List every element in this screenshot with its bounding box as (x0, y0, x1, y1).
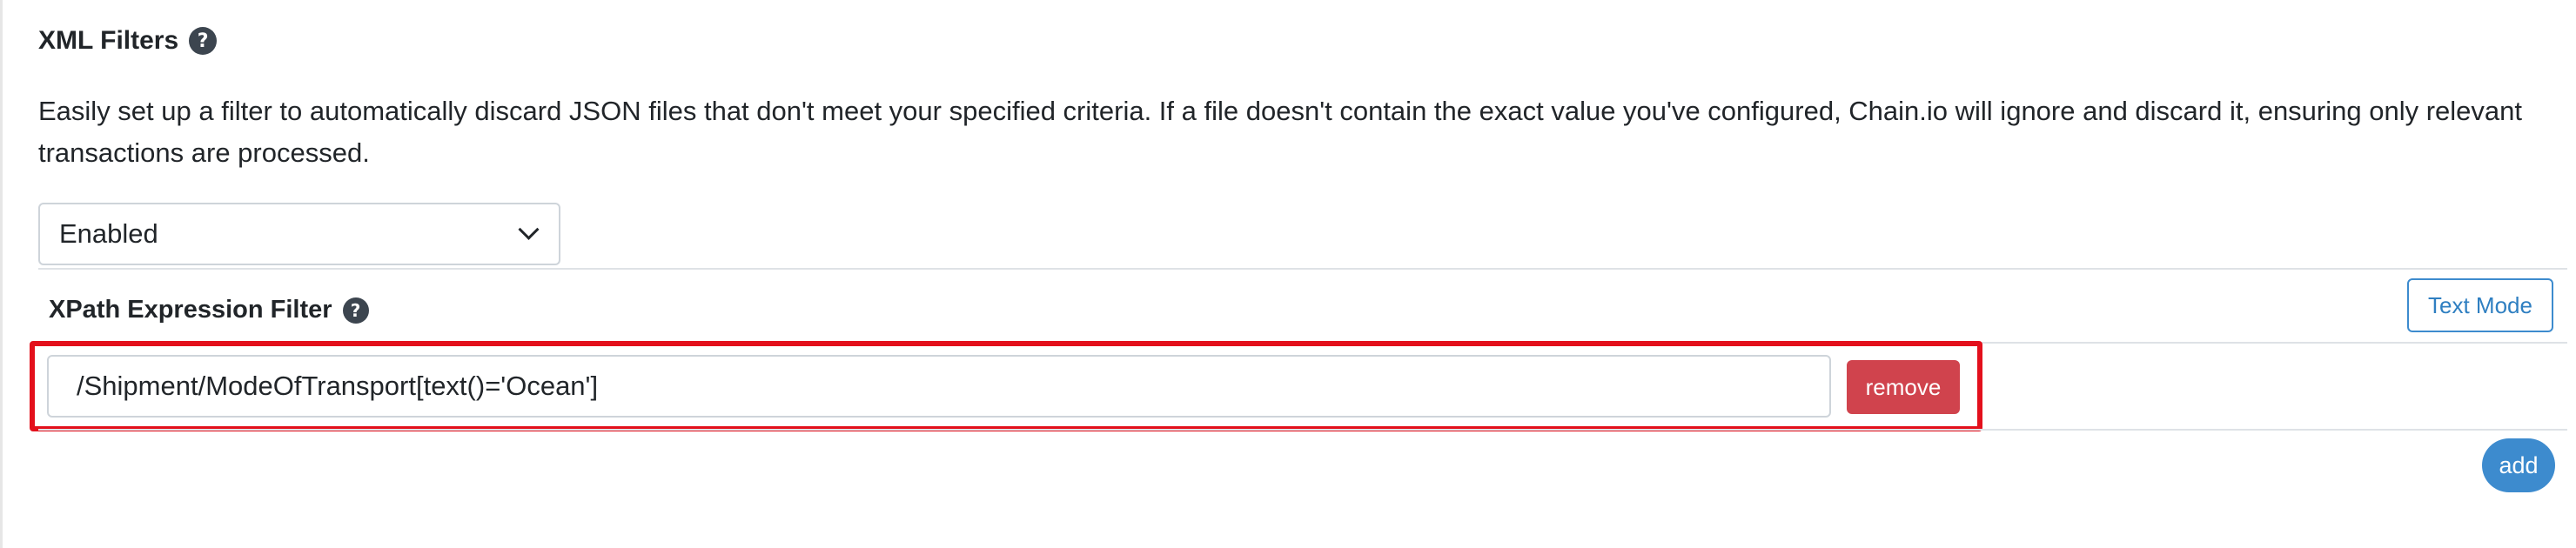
chevron-down-icon (518, 218, 540, 240)
section-title: XML Filters (38, 26, 179, 55)
help-icon[interactable]: ? (342, 297, 369, 324)
xpath-expression-input[interactable]: /Shipment/ModeOfTransport[text()='Ocean'… (47, 355, 1831, 418)
filter-header: XPath Expression Filter ? (49, 296, 369, 324)
text-mode-button[interactable]: Text Mode (2407, 278, 2553, 332)
filter-label: XPath Expression Filter (49, 296, 332, 324)
section-header: XML Filters ? (38, 26, 218, 56)
divider (38, 429, 2567, 431)
xml-filters-panel: XML Filters ? Easily set up a filter to … (0, 0, 2576, 548)
select-value: Enabled (59, 218, 158, 249)
section-description: Easily set up a filter to automatically … (38, 96, 2522, 168)
remove-button[interactable]: remove (1847, 360, 1960, 414)
filter-status-select[interactable]: Enabled (38, 203, 560, 265)
divider (38, 268, 2567, 270)
panel-left-border (0, 0, 3, 548)
add-button[interactable]: add (2482, 438, 2555, 492)
help-icon[interactable]: ? (189, 27, 218, 55)
